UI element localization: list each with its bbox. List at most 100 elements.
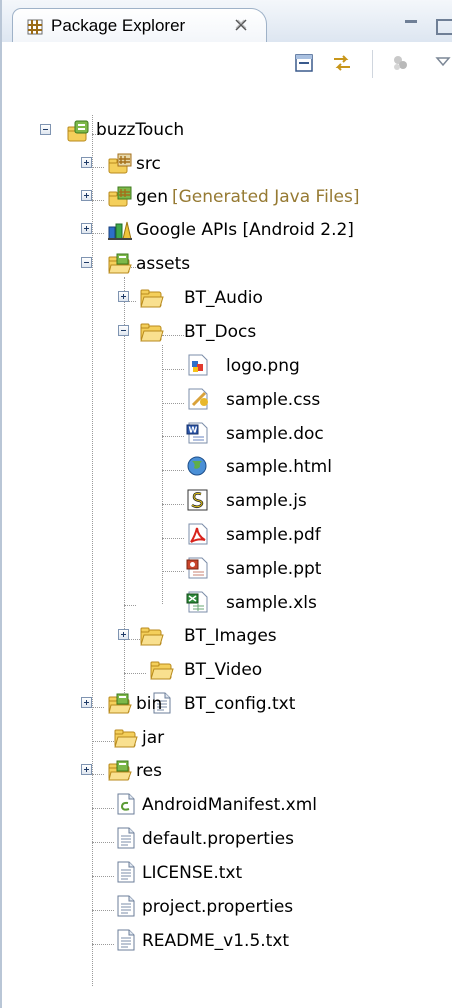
tree-connector xyxy=(162,369,184,370)
tree-item-logo-png[interactable]: logo.png xyxy=(186,354,386,384)
collapse-all-icon[interactable] xyxy=(293,52,315,74)
folder-icon xyxy=(108,760,132,781)
tree-item-readme[interactable]: README_v1.5.txt xyxy=(114,929,374,959)
tree-connector xyxy=(162,538,184,539)
collapse-toggle[interactable] xyxy=(118,325,129,336)
folder-icon xyxy=(140,289,164,308)
tree-connector xyxy=(92,233,104,234)
expand-toggle[interactable] xyxy=(118,291,129,302)
script-file-icon xyxy=(187,489,208,511)
tree-item-label: AndroidManifest.xml xyxy=(142,795,318,815)
tree-connector xyxy=(162,504,184,505)
tree-guide-btdocs xyxy=(162,345,163,604)
tree-connector xyxy=(92,842,114,843)
tree-item-android-manifest[interactable]: AndroidManifest.xml xyxy=(114,793,374,823)
minimize-maximize-icons[interactable] xyxy=(399,18,452,36)
package-explorer-view: Package Explorer buzzTouch src gen [Gene… xyxy=(0,0,452,1008)
folder-icon xyxy=(150,661,174,680)
tree-connector xyxy=(92,944,114,945)
image-file-icon xyxy=(188,354,208,376)
source-folder-icon xyxy=(108,153,132,174)
expand-toggle[interactable] xyxy=(81,157,92,168)
tree-item-label: sample.doc xyxy=(226,424,324,444)
tree-item-sample-html[interactable]: sample.html xyxy=(186,455,386,485)
tree-item-label: buzzTouch xyxy=(96,120,185,140)
manifest-file-icon xyxy=(117,793,135,815)
tree-item-bin[interactable]: bin xyxy=(108,692,208,722)
tree-item-label: assets xyxy=(136,254,191,274)
link-with-editor-icon[interactable] xyxy=(331,52,353,74)
expand-toggle[interactable] xyxy=(81,764,92,775)
tree-item-bt-docs[interactable]: BT_Docs xyxy=(140,320,340,350)
globe-icon xyxy=(187,456,207,476)
tree-item-sample-js[interactable]: sample.js xyxy=(186,489,386,519)
tree-item-buzztouch[interactable]: buzzTouch xyxy=(66,118,266,148)
tree-item-label: sample.pdf xyxy=(226,525,321,545)
decoration-label: [Generated Java Files] xyxy=(172,187,360,207)
tree-item-sample-xls[interactable]: sample.xls xyxy=(186,591,386,621)
expand-toggle[interactable] xyxy=(81,190,92,201)
tree-item-label: sample.css xyxy=(226,390,321,410)
view-tab-bar: Package Explorer xyxy=(2,0,452,43)
tree-item-default-properties[interactable]: default.properties xyxy=(114,827,374,857)
tree-connector xyxy=(92,707,104,708)
tree-item-sample-doc[interactable]: W sample.doc xyxy=(186,422,386,452)
tree-item-label: gen xyxy=(136,187,169,207)
tree-item-label: logo.png xyxy=(226,356,300,376)
folder-icon xyxy=(140,323,164,342)
folder-icon xyxy=(140,627,164,646)
tree-item-label: sample.html xyxy=(226,457,332,477)
powerpoint-file-icon xyxy=(186,557,208,579)
tree-connector xyxy=(92,910,114,911)
tree-item-src[interactable]: src xyxy=(108,152,258,182)
tree-item-google-apis[interactable]: Google APIs [Android 2.2] xyxy=(108,218,428,248)
tree-item-sample-ppt[interactable]: sample.ppt xyxy=(186,557,386,587)
tree-item-res[interactable]: res xyxy=(108,759,208,789)
collapse-toggle[interactable] xyxy=(81,257,92,268)
close-icon[interactable] xyxy=(233,17,249,33)
tree-item-label: sample.ppt xyxy=(226,559,322,579)
android-project-icon xyxy=(67,120,89,142)
text-file-icon xyxy=(117,895,135,917)
svg-text:W: W xyxy=(189,426,198,435)
tree-item-label: README_v1.5.txt xyxy=(142,931,290,951)
tree-item-label: project.properties xyxy=(142,897,294,917)
library-icon xyxy=(108,221,132,240)
tree-connector xyxy=(92,167,104,168)
tree-connector xyxy=(92,741,114,742)
tree-guide-root xyxy=(92,115,93,986)
expand-toggle[interactable] xyxy=(118,629,129,640)
tree-item-license[interactable]: LICENSE.txt xyxy=(114,861,374,891)
package-explorer-icon xyxy=(27,19,43,35)
expand-toggle[interactable] xyxy=(81,697,92,708)
toolbar-separator xyxy=(372,50,373,78)
tree-connector xyxy=(124,673,146,674)
tree-item-label: bin xyxy=(136,694,163,714)
tree-item-sample-pdf[interactable]: sample.pdf xyxy=(186,523,386,553)
text-file-icon xyxy=(117,827,135,849)
tree-item-label: jar xyxy=(142,728,165,748)
collapse-toggle[interactable] xyxy=(40,124,51,135)
word-file-icon: W xyxy=(186,422,208,444)
expand-toggle[interactable] xyxy=(81,223,92,234)
view-menu-icon[interactable] xyxy=(432,52,452,74)
tree-item-gen[interactable]: gen [Generated Java Files] xyxy=(108,185,428,215)
folder-icon xyxy=(108,693,132,714)
tree-item-sample-css[interactable]: sample.css xyxy=(186,388,386,418)
tree-connector xyxy=(162,403,184,404)
tree-item-label: LICENSE.txt xyxy=(142,863,243,883)
tree-item-label: res xyxy=(136,761,162,781)
tree-item-bt-video[interactable]: BT_Video xyxy=(150,658,350,688)
project-tree: buzzTouch src gen [Generated Java Files] xyxy=(2,94,452,1008)
tree-connector xyxy=(162,571,184,572)
tree-connector xyxy=(92,808,114,809)
filter-icon[interactable] xyxy=(389,52,411,74)
tree-item-label: BT_Video xyxy=(184,660,263,680)
tree-item-assets[interactable]: assets xyxy=(108,252,258,282)
tree-connector xyxy=(92,200,104,201)
tree-item-bt-audio[interactable]: BT_Audio xyxy=(140,286,340,316)
tree-item-project-properties[interactable]: project.properties xyxy=(114,895,374,925)
package-explorer-tab[interactable]: Package Explorer xyxy=(12,8,267,42)
tree-item-jar[interactable]: jar xyxy=(114,726,214,756)
tree-item-bt-images[interactable]: BT_Images xyxy=(140,624,340,654)
